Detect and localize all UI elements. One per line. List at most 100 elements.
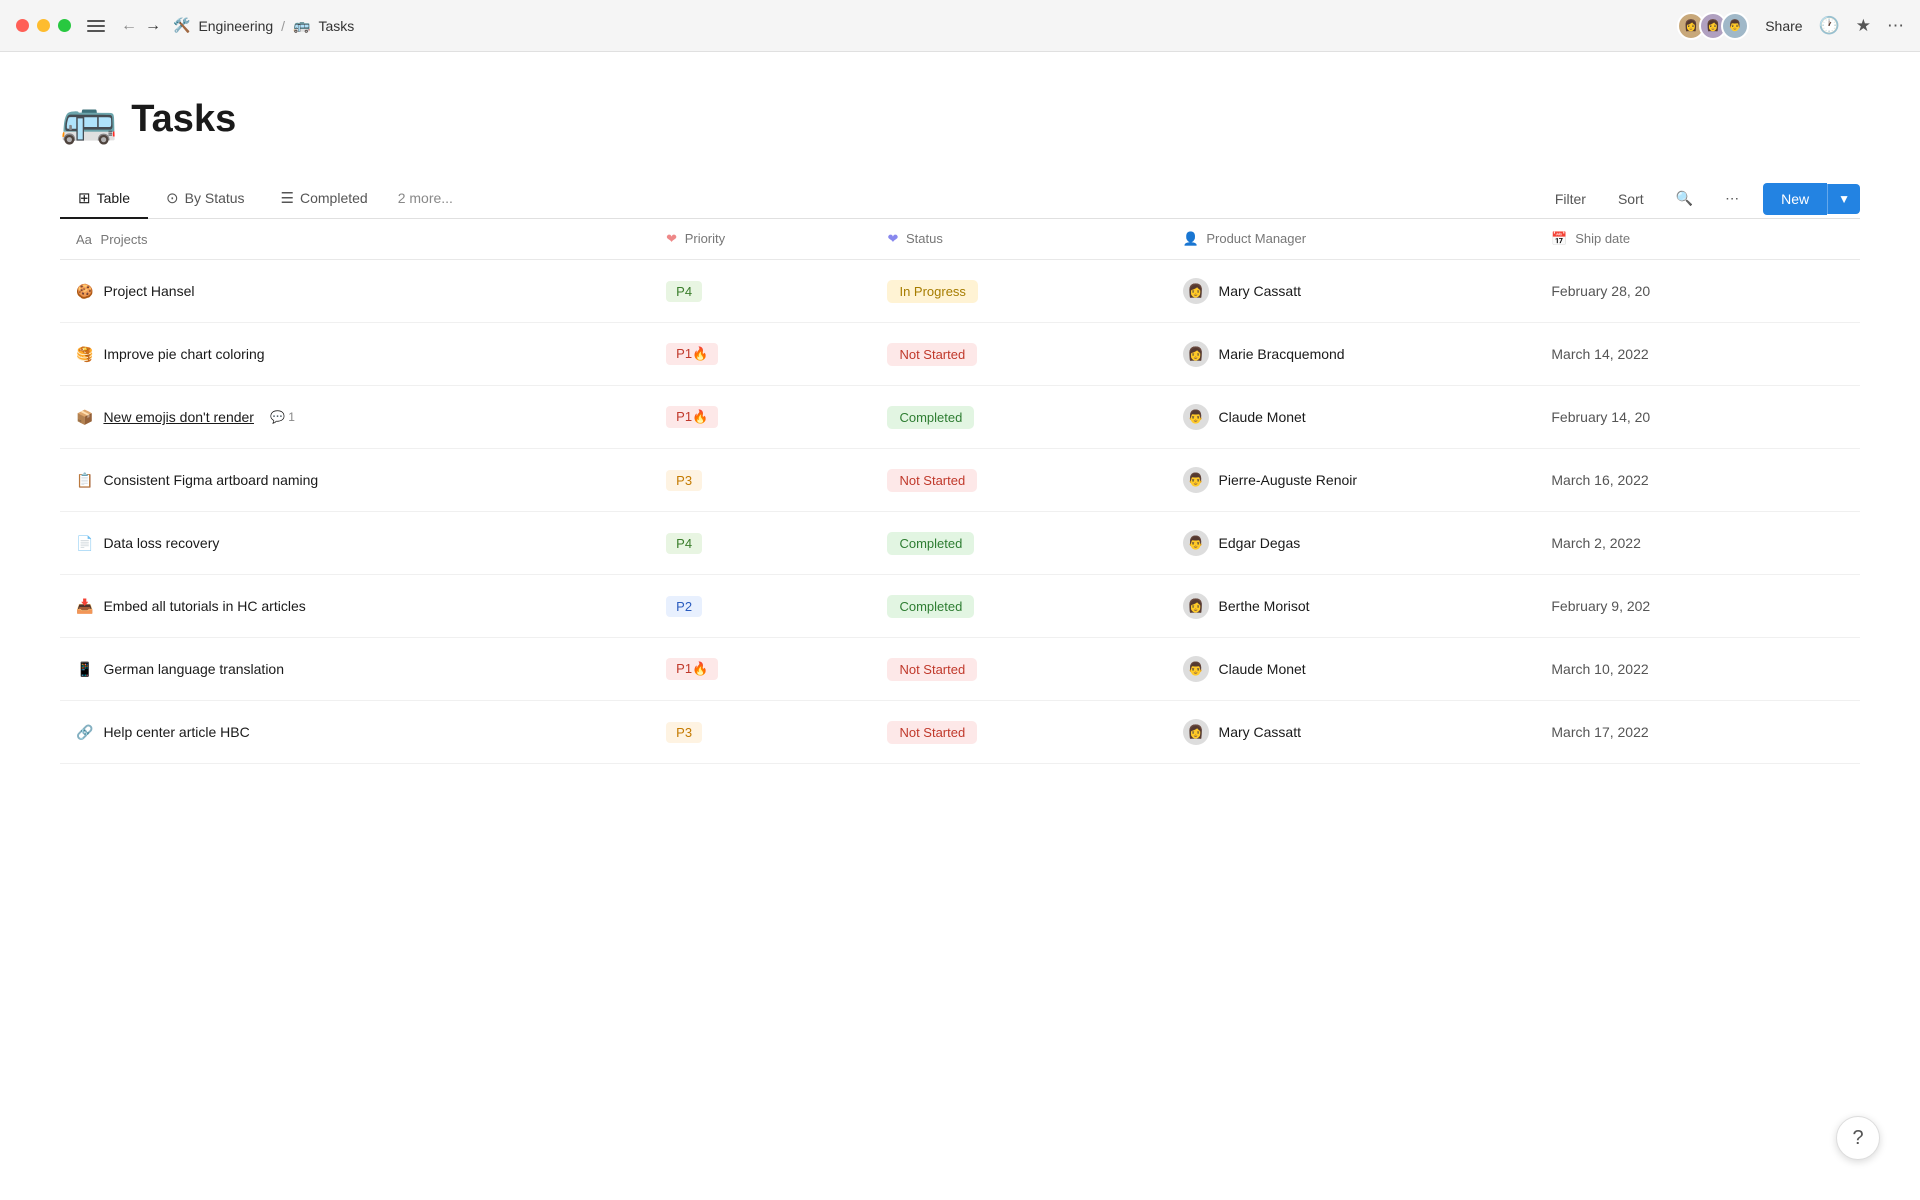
minimize-button[interactable] <box>37 19 50 32</box>
project-icon: 🔗 <box>76 724 93 741</box>
pm-avatar: 👩 <box>1183 341 1209 367</box>
status-badge[interactable]: Not Started <box>887 721 977 744</box>
toolbar: Filter Sort 🔍 ⋯ New ▼ <box>1547 183 1860 215</box>
status-badge[interactable]: Not Started <box>887 658 977 681</box>
project-icon: 📥 <box>76 598 93 615</box>
priority-cell: P2 <box>650 575 871 638</box>
close-button[interactable] <box>16 19 29 32</box>
ship-col-icon: 📅 <box>1551 231 1567 246</box>
priority-cell: P3 <box>650 449 871 512</box>
project-cell: 📄 Data loss recovery <box>60 512 650 575</box>
project-icon: 📋 <box>76 472 93 489</box>
priority-badge[interactable]: P1🔥 <box>666 406 718 428</box>
tab-more[interactable]: 2 more... <box>386 180 465 218</box>
pm-cell: 👨Edgar Degas <box>1167 512 1536 575</box>
col-header-priority: ❤ Priority <box>650 219 871 260</box>
fullscreen-button[interactable] <box>58 19 71 32</box>
pm-avatar: 👨 <box>1183 467 1209 493</box>
priority-cell: P4 <box>650 512 871 575</box>
tab-bar: ⊞ Table ⊙ By Status ☰ Completed 2 more..… <box>60 179 1860 219</box>
completed-tab-label: Completed <box>300 190 368 206</box>
project-name[interactable]: German language translation <box>103 661 284 677</box>
status-cell: Completed <box>871 512 1166 575</box>
status-badge[interactable]: Not Started <box>887 469 977 492</box>
breadcrumb-page-icon: 🚌 <box>293 17 310 34</box>
pm-name: Claude Monet <box>1219 661 1306 677</box>
filter-button[interactable]: Filter <box>1547 185 1594 213</box>
tab-by-status[interactable]: ⊙ By Status <box>148 179 263 219</box>
project-cell: 📱 German language translation <box>60 638 650 701</box>
project-name[interactable]: Consistent Figma artboard naming <box>103 472 318 488</box>
priority-badge[interactable]: P1🔥 <box>666 658 718 680</box>
status-badge[interactable]: Completed <box>887 595 974 618</box>
project-cell: 📋 Consistent Figma artboard naming <box>60 449 650 512</box>
project-icon: 📄 <box>76 535 93 552</box>
table-row[interactable]: 📄 Data loss recovery P4 Completed 👨Edgar De… <box>60 512 1860 575</box>
pm-avatar: 👨 <box>1183 656 1209 682</box>
priority-badge[interactable]: P2 <box>666 596 702 617</box>
col-header-status: ❤ Status <box>871 219 1166 260</box>
project-name[interactable]: New emojis don't render <box>103 409 254 425</box>
breadcrumb-section-icon: 🛠️ <box>173 17 190 34</box>
status-badge[interactable]: Completed <box>887 406 974 429</box>
table-row[interactable]: 📦 New emojis don't render 💬 1 P1🔥 Completed… <box>60 386 1860 449</box>
more-options-icon[interactable]: ⋯ <box>1887 16 1904 36</box>
status-badge[interactable]: In Progress <box>887 280 977 303</box>
priority-badge[interactable]: P4 <box>666 533 702 554</box>
pm-name: Mary Cassatt <box>1219 283 1301 299</box>
project-icon: 📦 <box>76 409 93 426</box>
ship-date: March 16, 2022 <box>1551 472 1648 488</box>
project-name[interactable]: Project Hansel <box>103 283 194 299</box>
table-header-row: Aa Projects ❤ Priority ❤ Status 👤 Produc… <box>60 219 1860 260</box>
breadcrumb-page[interactable]: Tasks <box>319 18 355 34</box>
status-cell: Not Started <box>871 449 1166 512</box>
traffic-lights <box>16 19 71 32</box>
table-row[interactable]: 🥞 Improve pie chart coloringP1🔥Not Start… <box>60 323 1860 386</box>
pm-name: Berthe Morisot <box>1219 598 1310 614</box>
pm-avatar: 👩 <box>1183 719 1209 745</box>
project-name[interactable]: Data loss recovery <box>103 535 219 551</box>
ship-date-cell: March 2, 2022 <box>1535 512 1860 575</box>
collaborator-avatars: 👩 👩 👨 <box>1677 12 1749 40</box>
menu-icon[interactable] <box>87 17 105 35</box>
tab-completed[interactable]: ☰ Completed <box>263 179 386 219</box>
share-button[interactable]: Share <box>1765 18 1802 34</box>
status-col-icon: ❤ <box>887 231 898 246</box>
priority-badge[interactable]: P3 <box>666 722 702 743</box>
priority-cell: P4 <box>650 260 871 323</box>
new-button-dropdown[interactable]: ▼ <box>1827 184 1860 214</box>
col-header-pm: 👤 Product Manager <box>1167 219 1536 260</box>
page-title: Tasks <box>131 98 236 141</box>
comment-badge[interactable]: 💬 1 <box>270 410 295 424</box>
forward-arrow[interactable]: → <box>145 17 161 35</box>
search-icon[interactable]: 🔍 <box>1668 184 1701 213</box>
star-icon[interactable]: ★ <box>1856 16 1871 36</box>
sort-button[interactable]: Sort <box>1610 185 1652 213</box>
more-toolbar-icon[interactable]: ⋯ <box>1717 184 1747 213</box>
project-name[interactable]: Help center article HBC <box>103 724 249 740</box>
table-row[interactable]: 📋 Consistent Figma artboard naming P3 Not … <box>60 449 1860 512</box>
new-button[interactable]: New <box>1763 183 1827 215</box>
priority-badge[interactable]: P1🔥 <box>666 343 718 365</box>
status-badge[interactable]: Completed <box>887 532 974 555</box>
ship-date: March 2, 2022 <box>1551 535 1641 551</box>
ship-date: February 28, 20 <box>1551 283 1650 299</box>
table-row[interactable]: 📱 German language translation P1🔥 Not Star… <box>60 638 1860 701</box>
project-name[interactable]: Improve pie chart coloring <box>103 346 264 362</box>
project-cell: 📦 New emojis don't render 💬 1 <box>60 386 650 449</box>
project-name[interactable]: Embed all tutorials in HC articles <box>103 598 305 614</box>
table-row[interactable]: 🍪 Project HanselP4In Progress👩Mary Cassa… <box>60 260 1860 323</box>
priority-badge[interactable]: P4 <box>666 281 702 302</box>
table-row[interactable]: 📥 Embed all tutorials in HC articles P2 Co… <box>60 575 1860 638</box>
tab-table[interactable]: ⊞ Table <box>60 179 148 219</box>
priority-badge[interactable]: P3 <box>666 470 702 491</box>
ship-date-cell: March 17, 2022 <box>1535 701 1860 764</box>
status-badge[interactable]: Not Started <box>887 343 977 366</box>
help-button[interactable]: ? <box>1836 1116 1880 1160</box>
history-icon[interactable]: 🕐 <box>1819 16 1840 36</box>
ship-date-cell: February 9, 202 <box>1535 575 1860 638</box>
table-row[interactable]: 🔗 Help center article HBC P3 Not Started 👩 M… <box>60 701 1860 764</box>
breadcrumb-section[interactable]: Engineering <box>198 18 273 34</box>
back-arrow[interactable]: ← <box>121 17 137 35</box>
project-cell: 🍪 Project Hansel <box>60 260 650 323</box>
